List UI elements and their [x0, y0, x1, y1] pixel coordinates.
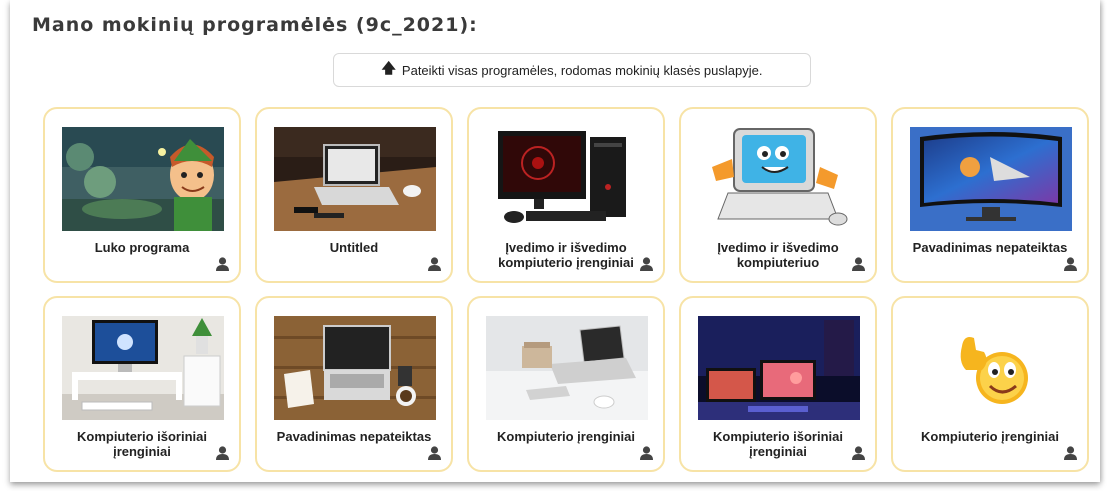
app-card[interactable]: Pavadinimas nepateiktas: [255, 296, 453, 472]
user-icon: [1064, 446, 1077, 460]
app-title: Kompiuterio įrenginiai: [921, 429, 1059, 444]
app-card[interactable]: Kompiuterio išoriniai įrenginiai: [679, 296, 877, 472]
app-card[interactable]: Luko programa: [43, 107, 241, 283]
app-card[interactable]: Untitled: [255, 107, 453, 283]
app-card[interactable]: Pavadinimas nepateiktas: [891, 107, 1089, 283]
user-icon: [640, 446, 653, 460]
app-card[interactable]: Kompiuterio išoriniai įrenginiai: [43, 296, 241, 472]
app-title: Kompiuterio išoriniai įrenginiai: [76, 429, 207, 459]
submit-all-button-label: Pateikti visas programėles, rodomas moki…: [401, 62, 763, 78]
app-thumbnail: [62, 127, 224, 231]
app-card[interactable]: Kompiuterio įrenginiai: [467, 296, 665, 472]
app-thumbnail: [910, 316, 1072, 420]
app-title: Kompiuterio įrenginiai: [497, 429, 635, 444]
app-card[interactable]: Įvedimo ir išvedimo kompiuteriuo: [679, 107, 877, 283]
app-thumbnail: [486, 127, 648, 231]
app-thumbnail: [274, 316, 436, 420]
app-title: Pavadinimas nepateiktas: [912, 240, 1068, 255]
user-icon: [428, 257, 441, 271]
submit-all-button[interactable]: 🡅 Pateikti visas programėles, rodomas mo…: [333, 53, 811, 87]
app-title: Įvedimo ir išvedimo kompiuteriuo: [717, 240, 839, 270]
page-title: Mano mokinių programėlės (9c_2021):: [32, 14, 478, 36]
user-icon: [852, 257, 865, 271]
app-card[interactable]: Įvedimo ir išvedimo kompiuterio įrengini…: [467, 107, 665, 283]
user-icon: [428, 446, 441, 460]
app-card[interactable]: Kompiuterio įrenginiai: [891, 296, 1089, 472]
app-title: Kompiuterio išoriniai įrenginiai: [712, 429, 843, 459]
app-thumbnail: [698, 127, 860, 231]
app-thumbnail: [910, 127, 1072, 231]
app-thumbnail: [698, 316, 860, 420]
user-icon: [216, 446, 229, 460]
app-title: Luko programa: [94, 240, 190, 255]
app-title: Pavadinimas nepateiktas: [276, 429, 432, 444]
app-frame: Mano mokinių programėlės (9c_2021): 🡅 Pa…: [10, 0, 1100, 482]
user-icon: [852, 446, 865, 460]
user-icon: [640, 257, 653, 271]
app-thumbnail: [486, 316, 648, 420]
app-title: Untitled: [329, 240, 379, 255]
arrow-up-icon: 🡅: [381, 60, 396, 76]
user-icon: [1064, 257, 1077, 271]
app-title: Įvedimo ir išvedimo kompiuterio įrengini…: [498, 240, 634, 270]
user-icon: [216, 257, 229, 271]
app-thumbnail: [62, 316, 224, 420]
app-thumbnail: [274, 127, 436, 231]
